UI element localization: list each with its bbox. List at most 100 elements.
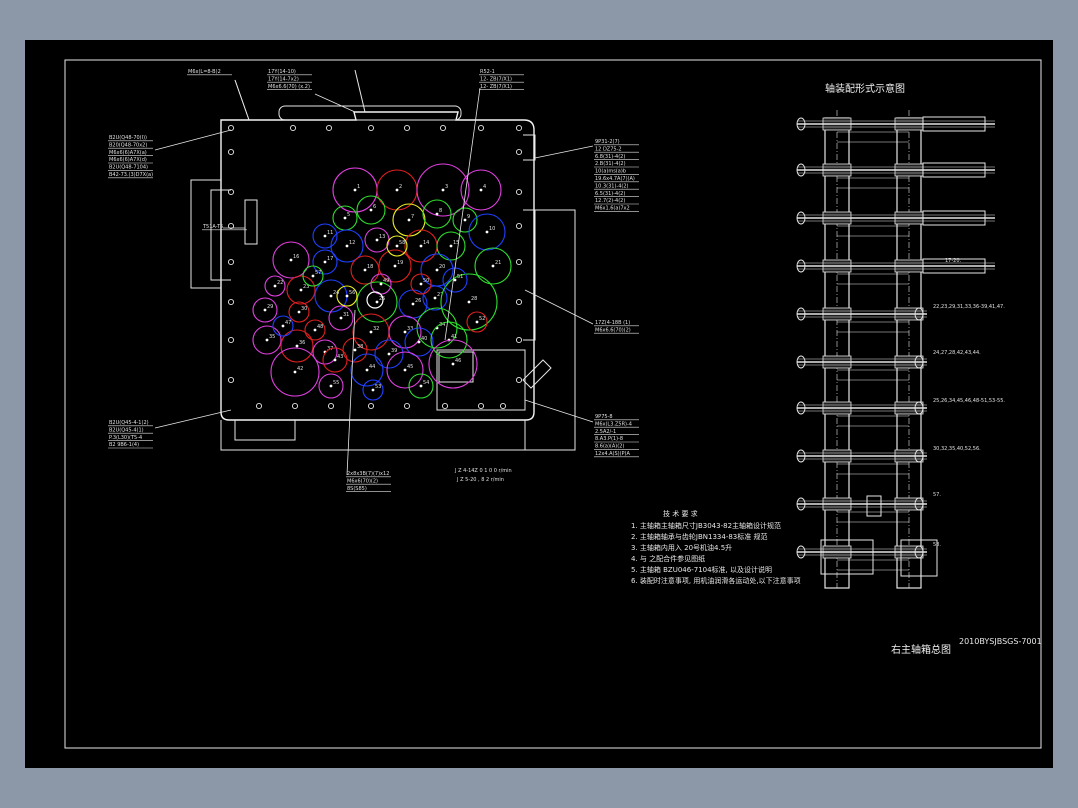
callout-text: 2.5A2/-1: [595, 429, 616, 435]
gear: 13: [364, 227, 390, 253]
callout-left-upper: B2U(Q48-70(I))B20(Q48-70x2) M6x6(6)A7X(a)…: [108, 129, 232, 179]
gear: 35: [252, 325, 282, 355]
callout-text: B2U(Q48-7104): [109, 165, 148, 171]
tech-req-item: 2. 主轴箱轴承与齿轮JBN1334-83标准 规范: [631, 532, 767, 541]
shaft-number: 20: [439, 264, 445, 270]
tech-req-item: 1. 主轴箱主轴箱尺寸JB3043-82主轴箱设计规范: [631, 521, 781, 530]
shaft-number: 21: [495, 260, 501, 266]
shaft-number: 45: [407, 364, 413, 370]
callout-text: 19.6x4.7A(7)(A): [595, 176, 635, 182]
callout-right-upper: 9P31-2(7)12 DZ75-2 6.8(31)-4(2)2.B(31)-4(…: [534, 139, 639, 212]
callout-text: 12- ZB(7/X1): [480, 84, 512, 90]
shaft-row: [796, 307, 927, 333]
gear: 49: [370, 273, 392, 295]
callout-text: B2U(Q45-4(1): [109, 427, 144, 433]
gear: 48: [304, 319, 326, 341]
callout-right-middle: 17Z(4-18B (1)M6x6.6(70)(2): [524, 289, 639, 334]
callout-text: 10(a)ms(a)b: [595, 169, 626, 175]
callout-text: 6.8(31)-4(2): [595, 154, 625, 160]
schematic-label: 17-20.: [945, 258, 962, 264]
shaft-row: [796, 401, 927, 427]
bolt-hole: [477, 402, 485, 410]
technical-requirements: 技 术 要 求 1. 主轴箱主轴箱尺寸JB3043-82主轴箱设计规范 2. 主…: [631, 509, 801, 585]
shaft-number: 53: [375, 384, 381, 390]
bolt-hole: [325, 124, 333, 132]
callout-text: 9P75-8: [595, 414, 613, 420]
tech-req-item: 6. 装配时注意事项, 用机油润滑各运动处,以下注意事项: [631, 576, 801, 585]
shaft-row: [796, 210, 995, 237]
gear: 22: [264, 275, 286, 297]
shaft-number: 47: [285, 320, 291, 326]
tech-req-heading: 技 术 要 求: [663, 509, 698, 518]
gear: 14: [404, 229, 438, 263]
drawing-sheet: 1 2 3 4 5 6 7 8 9 10 11 12 13 14 15 16 17 18 19 20 21 22 23 24 2…: [25, 40, 1053, 768]
callout-text: M6x6(6)A7X(a): [109, 150, 147, 156]
bolt-hole: [403, 402, 411, 410]
shaft-number: 44: [369, 364, 375, 370]
schematic-label: 25,26,34,45,46,48-51,53-55.: [933, 398, 1005, 404]
callout-text: 12x4.A(S)(P)A: [595, 451, 631, 457]
gear: 11: [312, 223, 338, 249]
callout-text: M6x(L3.Z5R)-4: [595, 421, 632, 427]
gear: 55: [318, 373, 344, 399]
schematic-label: 22,23,29,31,33,36-39,41,47.: [933, 304, 1005, 310]
shaft-number: 55: [333, 380, 339, 386]
gear: 8: [422, 199, 452, 229]
gear: 24: [314, 279, 348, 313]
callout-text: M6x6(6)A7X(d): [109, 157, 147, 163]
bolt-hole: [441, 402, 449, 410]
shaft-number: 11: [327, 230, 333, 236]
gear: 31: [328, 305, 354, 331]
callout-text: 8.6(a)(A)(2): [595, 444, 624, 450]
shaft-number: 8: [439, 208, 442, 214]
callout-text: 12.7(2)-4(2): [595, 198, 625, 204]
gear: 58: [386, 235, 408, 257]
callout-text: 17Z(4-18B (1): [595, 320, 630, 326]
shaft-number: 41: [451, 334, 457, 340]
speed-note-1: J Z 4-14Z 0 1 0 0 r/min: [454, 468, 512, 474]
shaft-number: 39: [391, 348, 397, 354]
bolt-hole: [227, 148, 235, 156]
callout-text: 12 DZ75-2: [595, 146, 622, 152]
coupling: [866, 495, 882, 517]
tech-req-item: 4. 与 之配合件参见图纸: [631, 554, 705, 563]
callout-text: M6x6.6(70)(2): [595, 327, 631, 333]
shaft-number: 52: [479, 316, 485, 322]
shaft-number: 46: [455, 358, 461, 364]
shaft-number: 16: [293, 254, 299, 260]
shaft-number: 58: [399, 240, 405, 246]
callout-text: 17Y(14-7x2): [268, 76, 299, 82]
gear-pattern: 1 2 3 4567891011121314 1516 17181920212223242…: [252, 163, 512, 401]
callout-text: M6x1.6(a)7x2: [595, 206, 630, 212]
callout-text: 17Y(14-10): [268, 69, 296, 75]
callout-text: M6x6.6(70) (x.2): [268, 84, 310, 90]
callout-text: 2x8x3B(7)(7)x12: [347, 471, 389, 477]
speed-note-2: J Z 5-20 , 8 2 r/min: [456, 477, 504, 483]
gear: 53: [362, 379, 384, 401]
gear: 10: [468, 213, 506, 251]
shaft-number: 40: [421, 336, 427, 342]
gear: 29: [252, 297, 278, 323]
callout-labels: M6x(L=8-B)2 17Y(14-10)17Y(14-7x2) M6x6.6(7…: [108, 69, 639, 492]
shaft-row: [796, 116, 995, 143]
shaft-number: 6: [373, 204, 376, 210]
shaft-row: [796, 545, 927, 571]
callout-text: 2.B(31)-4(2): [595, 161, 626, 167]
bolt-hole: [515, 222, 523, 230]
shaft-number: 18: [367, 264, 373, 270]
callout-text: B2 9B6-1(4): [109, 442, 139, 448]
gear: 42: [270, 347, 320, 397]
callout-text: 8S(S85): [347, 486, 367, 492]
shaft-number: 19: [397, 260, 403, 266]
bolt-hole: [227, 376, 235, 384]
shaft-row: [796, 497, 927, 523]
gear: 30: [288, 301, 310, 323]
callout-text: M6x6(70)(2): [347, 478, 378, 484]
callout-text: 12- ZB(7/X1): [480, 76, 512, 82]
gear: 40: [404, 327, 434, 357]
schematic-label: 30,32,35,40,52,56.: [933, 446, 981, 452]
callout-text: T51A-T5: [202, 224, 223, 230]
callout-text: M6x(L=8-B)2: [188, 69, 221, 75]
bolt-hole: [499, 402, 507, 410]
shaft-number: 36: [299, 340, 305, 346]
